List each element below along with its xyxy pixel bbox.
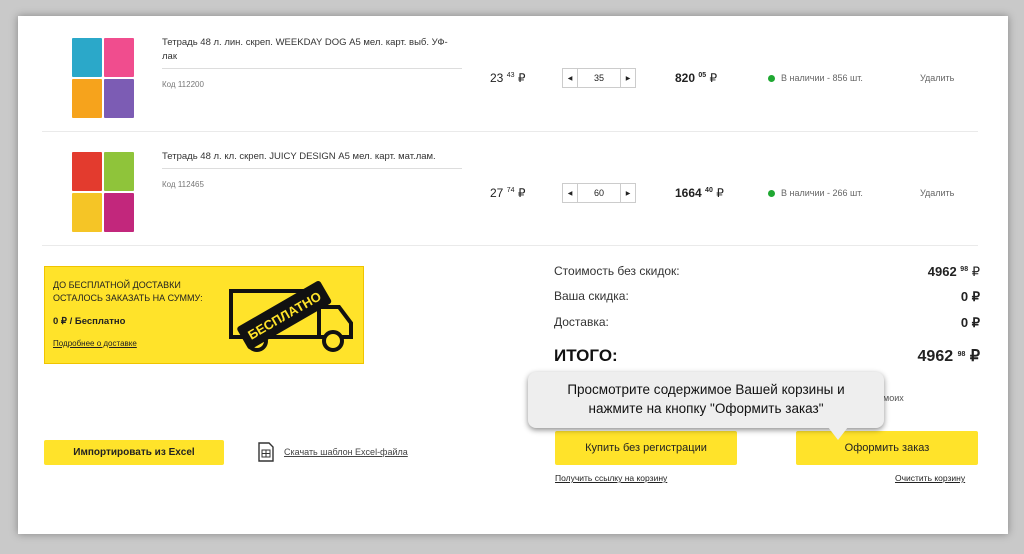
tooltip-line-2: нажмите на кнопку "Оформить заказ" xyxy=(588,401,824,416)
in-stock-dot-icon xyxy=(768,189,775,197)
product-name[interactable]: Тетрадь 48 л. кл. скреп. JUICY DESIGN А5… xyxy=(162,150,462,169)
promo-amount: 0 ₽ / Бесплатно xyxy=(53,316,126,327)
quantity-stepper[interactable]: ◀ 60 ▶ xyxy=(562,183,636,203)
unit-price: 23 43 ₽ xyxy=(490,71,526,85)
decrease-qty-button[interactable]: ◀ xyxy=(563,184,577,202)
stock-status: В наличии - 266 шт. xyxy=(768,188,863,198)
increase-qty-button[interactable]: ▶ xyxy=(621,184,635,202)
delivery-info-link[interactable]: Подробнее о доставке xyxy=(53,337,137,350)
cart-item-row: Тетрадь 48 л. кл. скреп. JUICY DESIGN А5… xyxy=(42,134,978,246)
promo-line-1: ДО БЕСПЛАТНОЙ ДОСТАВКИ xyxy=(53,280,181,290)
decrease-qty-button[interactable]: ◀ xyxy=(563,69,577,87)
cart-item-row: Тетрадь 48 л. лин. скреп. WEEKDAY DOG А5… xyxy=(42,20,978,132)
in-stock-dot-icon xyxy=(768,74,775,82)
summary-total-row: ИТОГО: 4962 98 ₽ xyxy=(554,346,980,365)
quantity-stepper[interactable]: ◀ 35 ▶ xyxy=(562,68,636,88)
summary-delivery-row: Доставка: 0 ₽ xyxy=(554,315,980,330)
product-thumbnail[interactable] xyxy=(72,152,134,232)
line-total: 1664 40 ₽ xyxy=(675,186,724,200)
checkout-button[interactable]: Оформить заказ xyxy=(796,431,978,465)
unit-price: 27 74 ₽ xyxy=(490,186,526,200)
delete-item-button[interactable]: Удалить xyxy=(920,73,954,83)
summary-total-value: 4962 98 ₽ xyxy=(917,348,980,365)
quantity-input[interactable]: 60 xyxy=(577,184,621,202)
badge-text: БЕСПЛАТНО xyxy=(245,289,324,343)
clear-cart-link[interactable]: Очистить корзину xyxy=(895,473,965,483)
free-delivery-truck-icon: БЕСПЛАТНО xyxy=(229,280,353,352)
product-thumbnail[interactable] xyxy=(72,38,134,118)
download-template-link[interactable]: Скачать шаблон Excel-файла xyxy=(258,442,408,462)
summary-delivery-value: 0 ₽ xyxy=(960,315,980,330)
summary-discount-row: Ваша скидка: 0 ₽ xyxy=(554,289,980,304)
stock-status: В наличии - 856 шт. xyxy=(768,73,863,83)
quantity-input[interactable]: 35 xyxy=(577,69,621,87)
tooltip-line-1: Просмотрите содержимое Вашей корзины и xyxy=(567,382,845,397)
import-excel-button[interactable]: Импортировать из Excel xyxy=(44,440,224,465)
line-total: 820 05 ₽ xyxy=(675,71,718,85)
get-cart-link[interactable]: Получить ссылку на корзину xyxy=(555,473,667,483)
buy-without-registration-button[interactable]: Купить без регистрации xyxy=(555,431,737,465)
summary-discount-value: 0 ₽ xyxy=(960,289,980,304)
free-delivery-banner: ДО БЕСПЛАТНОЙ ДОСТАВКИ ОСТАЛОСЬ ЗАКАЗАТЬ… xyxy=(44,266,364,364)
summary-cost-row: Стоимость без скидок: 4962 98 ₽ xyxy=(554,264,980,279)
excel-file-icon xyxy=(258,442,274,462)
promo-line-2: ОСТАЛОСЬ ЗАКАЗАТЬ НА СУММУ: xyxy=(53,293,203,303)
product-name[interactable]: Тетрадь 48 л. лин. скреп. WEEKDAY DOG А5… xyxy=(162,36,462,69)
cart-page: Тетрадь 48 л. лин. скреп. WEEKDAY DOG А5… xyxy=(18,16,1008,534)
product-code: Код 112200 xyxy=(162,80,204,89)
delete-item-button[interactable]: Удалить xyxy=(920,188,954,198)
tooltip-tail xyxy=(828,427,848,440)
increase-qty-button[interactable]: ▶ xyxy=(621,69,635,87)
instruction-tooltip: Просмотрите содержимое Вашей корзины и н… xyxy=(528,372,884,440)
product-code: Код 112465 xyxy=(162,180,204,189)
summary-cost-value: 4962 98 ₽ xyxy=(927,264,980,279)
